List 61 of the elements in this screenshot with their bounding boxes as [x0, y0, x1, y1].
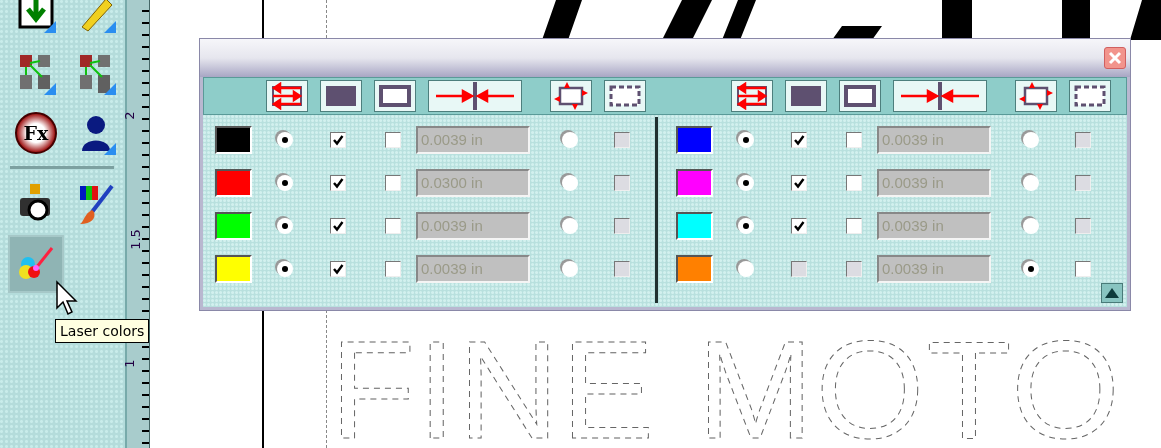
close-icon — [1108, 51, 1122, 65]
outlined-rectangle-icon[interactable] — [374, 80, 416, 112]
filled-rectangle-icon[interactable] — [785, 80, 827, 112]
checkbox[interactable] — [330, 260, 346, 277]
expand-rectangle-icon[interactable] — [1015, 80, 1057, 112]
ruler-label: 2 — [121, 111, 137, 120]
swap-arrows-icon[interactable] — [731, 80, 773, 112]
radio-button[interactable] — [562, 260, 578, 277]
color-swatch[interactable] — [676, 211, 713, 240]
outlined-rectangle-icon[interactable] — [839, 80, 881, 112]
radio-button[interactable] — [738, 131, 754, 148]
radio-button[interactable] — [562, 131, 578, 148]
filled-rectangle-icon[interactable] — [320, 80, 362, 112]
checkbox[interactable] — [385, 260, 401, 277]
outline-text: FINE MOTO — [330, 320, 1120, 445]
radio-button[interactable] — [1023, 260, 1039, 277]
ruler-label: 1.5 — [127, 229, 143, 250]
radio-button[interactable] — [277, 131, 293, 148]
radio-button[interactable] — [738, 217, 754, 234]
checkbox[interactable] — [1075, 260, 1091, 277]
tooltip: Laser colors — [55, 319, 150, 343]
color-swatch[interactable] — [215, 168, 252, 197]
radio-button[interactable] — [738, 260, 754, 277]
color-swatch[interactable] — [676, 125, 713, 154]
checkbox[interactable] — [791, 174, 807, 191]
up-triangle-icon — [1105, 288, 1119, 298]
dashed-rectangle-icon[interactable] — [604, 80, 646, 112]
checkbox[interactable] — [385, 174, 401, 191]
color-swatch[interactable] — [215, 254, 252, 283]
radio-button[interactable] — [1023, 131, 1039, 148]
swap-arrows-icon[interactable] — [266, 80, 308, 112]
checkbox[interactable] — [330, 131, 346, 148]
color-swatch[interactable] — [676, 168, 713, 197]
ruler-label: 1 — [121, 359, 137, 368]
color-swatch[interactable] — [215, 125, 252, 154]
checkbox[interactable] — [385, 131, 401, 148]
checkbox[interactable] — [846, 131, 862, 148]
color-swatch[interactable] — [676, 254, 713, 283]
collapse-button[interactable] — [1101, 283, 1123, 303]
close-button[interactable] — [1104, 47, 1126, 69]
radio-button[interactable] — [562, 217, 578, 234]
expand-rectangle-icon[interactable] — [550, 80, 592, 112]
radio-button[interactable] — [1023, 174, 1039, 191]
radio-button[interactable] — [277, 260, 293, 277]
checkbox[interactable] — [330, 217, 346, 234]
dashed-rectangle-icon[interactable] — [1069, 80, 1111, 112]
radio-button[interactable] — [738, 174, 754, 191]
checkbox[interactable] — [385, 217, 401, 234]
radio-button[interactable] — [277, 174, 293, 191]
color-swatch[interactable] — [215, 211, 252, 240]
radio-button[interactable] — [277, 217, 293, 234]
fx-logo-text: Fx — [23, 122, 49, 144]
laser-tool-icon[interactable] — [10, 237, 62, 291]
checkbox[interactable] — [791, 217, 807, 234]
mouse-pointer-icon — [55, 280, 79, 316]
checkbox[interactable] — [791, 131, 807, 148]
checkbox[interactable] — [330, 174, 346, 191]
checkbox[interactable] — [846, 217, 862, 234]
checkbox[interactable] — [846, 174, 862, 191]
radio-button[interactable] — [1023, 217, 1039, 234]
radio-button[interactable] — [562, 174, 578, 191]
